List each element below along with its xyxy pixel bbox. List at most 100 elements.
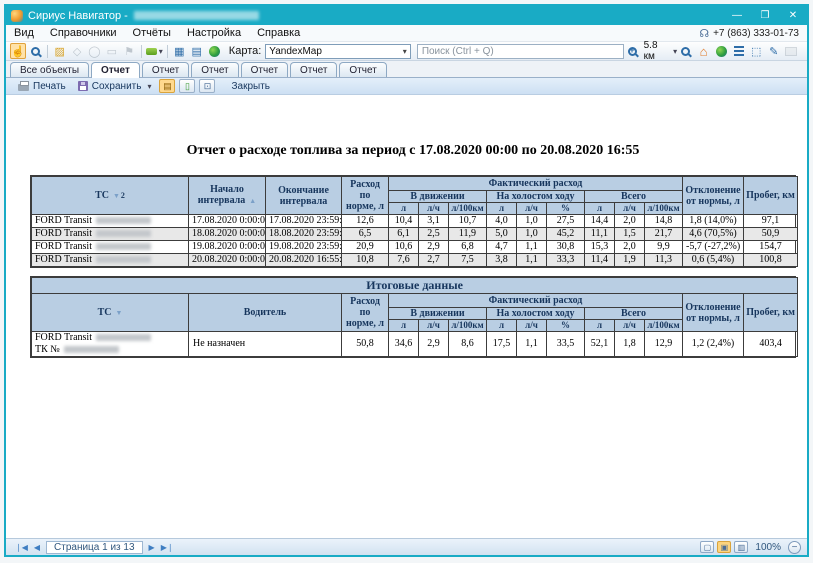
fit-button[interactable]: ⊡ <box>199 79 215 93</box>
save-button[interactable]: Сохранить ▾ <box>72 79 158 94</box>
tab-report[interactable]: Отчет <box>339 62 386 77</box>
map-edit-button[interactable]: ▨ <box>52 43 67 59</box>
table-cell: 7,5 <box>449 254 487 267</box>
whole-page-button[interactable]: ▯ <box>179 79 195 93</box>
globe-icon <box>716 46 727 57</box>
zoom-select-button[interactable] <box>28 43 43 59</box>
zoom-in-button[interactable] <box>625 43 641 59</box>
pan-tool-button[interactable]: ☝ <box>10 43 26 59</box>
track-view-button[interactable]: ▤ <box>189 43 204 59</box>
sort-icon: ▲ <box>249 197 256 205</box>
redacted-text <box>134 11 259 20</box>
page-width-view-button[interactable]: ▣ <box>717 541 731 553</box>
unit-header: л/ч <box>419 320 449 332</box>
menu-reports[interactable]: Отчёты <box>125 27 179 39</box>
last-page-button[interactable]: ▶❘ <box>158 543 177 552</box>
col-group-total: Всего <box>585 191 683 203</box>
table-cell: 4,6 (70,5%) <box>683 228 744 241</box>
app-window: Сириус Навигатор - — ❐ ✕ Вид Справочники… <box>4 4 809 557</box>
globe-button[interactable] <box>713 43 729 59</box>
minimize-button[interactable]: — <box>723 6 751 25</box>
grid-view-button[interactable]: ▦ <box>172 43 187 59</box>
support-phone: +7 (863) 333-01-73 <box>713 28 799 39</box>
tab-bar: Все объекты Отчет Отчет Отчет Отчет Отче… <box>6 61 807 78</box>
home-button[interactable]: ⌂ <box>696 43 712 59</box>
next-page-button[interactable]: ▶ <box>146 543 158 552</box>
col-header-mileage[interactable]: Пробег, км <box>744 294 798 332</box>
toolbar-separator <box>167 45 168 58</box>
polygon-tool-button[interactable]: ◇ <box>69 43 84 59</box>
table-row: FORD Transit20.08.2020 0:00:0020.08.2020… <box>32 254 798 267</box>
tab-report[interactable]: Отчет <box>290 62 337 77</box>
tab-report[interactable]: Отчет <box>191 62 238 77</box>
table-cell: 18.08.2020 23:59:59 <box>266 228 342 241</box>
vehicle-menu-button[interactable]: ▾ <box>146 43 163 59</box>
page-width-button[interactable]: ▤ <box>159 79 175 93</box>
tab-report[interactable]: Отчет <box>241 62 288 77</box>
table-cell: 6,5 <box>342 228 389 241</box>
prev-page-button[interactable]: ◀ <box>31 543 43 552</box>
report-toolbar: Печать Сохранить ▾ ▤ ▯ ⊡ Закрыть <box>6 78 807 95</box>
tab-all-objects[interactable]: Все объекты <box>10 62 89 77</box>
ellipse-tool-button[interactable]: ◯ <box>87 43 102 59</box>
menu-view[interactable]: Вид <box>6 27 42 39</box>
table-cell: 10,8 <box>342 254 389 267</box>
col-header-norm[interactable]: Расход по норме, л <box>342 177 389 215</box>
object-list-button[interactable] <box>731 43 747 59</box>
maximize-button[interactable]: ❐ <box>751 6 779 25</box>
notes-button[interactable]: ✎ <box>766 43 782 59</box>
rectangle-tool-button[interactable]: ▭ <box>104 43 119 59</box>
multi-page-view-button[interactable]: ▥ <box>734 541 748 553</box>
map-select[interactable]: YandexMap ▾ <box>265 44 411 59</box>
monitor-button[interactable] <box>783 43 799 59</box>
table-cell: 10,6 <box>389 241 419 254</box>
map-scale-value[interactable]: 5.8 км <box>644 40 670 62</box>
headset-icon: ☊ <box>699 27 709 40</box>
menu-help[interactable]: Справка <box>249 27 308 39</box>
zoom-out-button[interactable]: − <box>788 541 801 554</box>
table-cell: 100,8 <box>744 254 798 267</box>
print-button[interactable]: Печать <box>12 79 72 94</box>
table-cell: 9,9 <box>645 241 683 254</box>
col-group-idle: На холостом ходу <box>487 191 585 203</box>
flag-tool-button[interactable]: ⚑ <box>121 43 136 59</box>
col-header-end[interactable]: Окончание интервала <box>266 177 342 215</box>
table-cell: 3,1 <box>419 215 449 228</box>
map-controls: 5.8 км ▾ ⌂ ⬚ ✎ <box>624 40 800 62</box>
table-cell: 1,2 (2,4%) <box>683 332 744 357</box>
vehicle-icon <box>146 48 157 55</box>
col-group-idle: На холостом ходу <box>487 308 585 320</box>
tab-report-active[interactable]: Отчет <box>91 62 140 78</box>
menu-directories[interactable]: Справочники <box>42 27 125 39</box>
col-header-driver[interactable]: Водитель <box>189 294 342 332</box>
toolbar-separator <box>141 45 142 58</box>
col-header-vehicle[interactable]: ТС▼2 <box>32 177 189 215</box>
col-group-moving: В движении <box>389 191 487 203</box>
table-cell: 18.08.2020 0:00:00 <box>189 228 266 241</box>
menu-settings[interactable]: Настройка <box>179 27 249 39</box>
col-header-mileage[interactable]: Пробег, км <box>744 177 798 215</box>
col-header-start[interactable]: Начало интервала▲ <box>189 177 266 215</box>
close-button[interactable]: ✕ <box>779 6 807 25</box>
table-cell: 2,7 <box>419 254 449 267</box>
first-page-button[interactable]: ❘◀ <box>12 543 31 552</box>
table-cell: 1,0 <box>517 228 547 241</box>
redacted-text <box>64 346 119 353</box>
table-cell: 19.08.2020 23:59:59 <box>266 241 342 254</box>
col-header-deviation[interactable]: Отклонение от нормы, л <box>683 177 744 215</box>
refresh-map-button[interactable] <box>206 43 221 59</box>
tab-report[interactable]: Отчет <box>142 62 189 77</box>
table-cell: 1,5 <box>615 228 645 241</box>
selection-button[interactable]: ⬚ <box>748 43 764 59</box>
col-header-deviation[interactable]: Отклонение от нормы, л <box>683 294 744 332</box>
redacted-text <box>96 256 151 263</box>
search-input[interactable] <box>417 44 624 59</box>
col-group-actual: Фактический расход <box>389 294 683 308</box>
table-cell: 10,7 <box>449 215 487 228</box>
col-header-norm[interactable]: Расход по норме, л <box>342 294 389 332</box>
col-header-vehicle[interactable]: ТС▼ <box>32 294 189 332</box>
zoom-out-button[interactable] <box>678 43 694 59</box>
single-page-view-button[interactable]: ▢ <box>700 541 714 553</box>
close-report-button[interactable]: Закрыть <box>225 79 276 94</box>
page-indicator: Страница 1 из 13 <box>46 541 143 554</box>
